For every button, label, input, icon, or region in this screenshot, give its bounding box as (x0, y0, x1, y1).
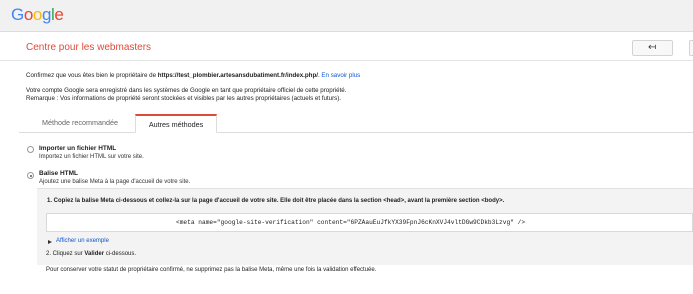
instructions-panel: 1. Copiez la balise Meta ci-dessous et c… (37, 188, 693, 273)
meta-tag-field[interactable]: <meta name="google-site-verification" co… (46, 213, 693, 232)
radio-html-file[interactable] (27, 146, 34, 153)
learn-more-link[interactable]: En savoir plus (321, 72, 360, 79)
logo-letter: o (23, 5, 33, 24)
verification-card: Centre pour les webmasters ↤ Confirmez q… (0, 31, 693, 294)
google-logo[interactable]: Google (11, 5, 64, 25)
step-2-text: 2. Cliquez sur Valider ci-dessous. (46, 251, 136, 257)
show-example-link[interactable]: Afficher un exemple (56, 238, 109, 244)
logo-letter: e (54, 5, 64, 24)
confirm-text: Confirmez que vous êtes bien le propriét… (26, 72, 360, 79)
arrow-left-icon: ↤ (648, 42, 657, 53)
card-header: Centre pour les webmasters ↤ (0, 32, 693, 61)
option-html-tag-title: Balise HTML (39, 170, 79, 177)
step-2-prefix: 2. Cliquez sur (46, 251, 85, 257)
method-tabs: Méthode recommandée Autres méthodes (19, 114, 693, 133)
meta-tag-code[interactable]: <meta name="google-site-verification" co… (176, 219, 525, 226)
option-html-file-desc: Importez un fichier HTML sur votre site. (39, 154, 144, 160)
step-1-text: 1. Copiez la balise Meta ci-dessous et c… (47, 198, 504, 204)
step-2-bold: Valider (84, 251, 105, 257)
property-url: https://test_plombier.artesansdubatiment… (157, 72, 318, 79)
confirm-prefix: Confirmez que vous êtes bien le propriét… (26, 72, 158, 79)
logo-letter: o (32, 5, 42, 24)
tab-recommended-method[interactable]: Méthode recommandée (25, 114, 135, 133)
option-html-tag-desc: Ajoutez une balise Meta à la page d'accu… (39, 179, 191, 185)
back-button[interactable]: ↤ (632, 40, 673, 56)
caret-right-icon[interactable] (48, 240, 52, 244)
overflow-button[interactable] (689, 40, 693, 56)
step-2-suffix: ci-dessous. (104, 251, 137, 257)
keep-tag-note: Pour conserver votre statut de propriéta… (46, 267, 377, 273)
ownership-remark: Remarque : Vos informations de propriété… (26, 95, 342, 102)
step-1-label: 1. Copiez la balise Meta ci-dessous et c… (47, 198, 505, 204)
page-title: Centre pour les webmasters (26, 42, 152, 53)
top-bar: Google (0, 0, 693, 30)
tab-other-methods[interactable]: Autres méthodes (135, 114, 217, 133)
logo-letter: G (11, 5, 24, 24)
radio-html-tag[interactable] (27, 172, 34, 179)
logo-letter: g (41, 5, 52, 24)
option-html-file-title: Importer un fichier HTML (39, 145, 117, 152)
ownership-info: Votre compte Google sera enregistré dans… (26, 87, 347, 94)
